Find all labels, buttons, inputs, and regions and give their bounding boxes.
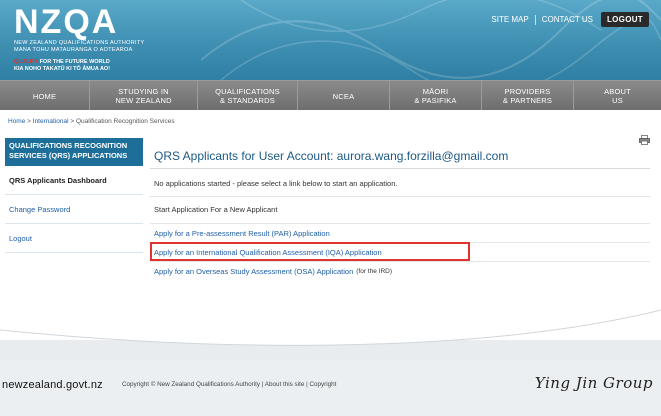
application-links: Apply for a Pre-assessment Result (PAR) … <box>150 223 650 280</box>
logo-tagline: QUALIFY FOR THE FUTURE WORLD <box>14 59 145 66</box>
nav-label: ABOUT US <box>604 87 631 105</box>
logout-button[interactable]: LOGOUT <box>600 12 649 27</box>
tagline-rest: FOR THE FUTURE WORLD <box>38 59 110 65</box>
logo-tagline-maori: KIA NOHO TAKATŪ KI TŌ ĀMUA AO! <box>14 66 111 72</box>
contact-us-link[interactable]: CONTACT US <box>536 15 599 25</box>
logo-subtitle-english: NEW ZEALAND QUALIFICATIONS AUTHORITY <box>14 40 145 46</box>
apply-osa-link[interactable]: Apply for an Overseas Study Assessment (… <box>154 267 353 276</box>
nav-about-us[interactable]: ABOUT US <box>574 81 661 111</box>
divider <box>150 168 650 169</box>
no-applications-message: No applications started - please select … <box>154 179 398 188</box>
sidebar-item-logout[interactable]: Logout <box>5 224 143 253</box>
sidebar-item-label: QRS Applicants Dashboard <box>9 175 107 185</box>
sidebar: QUALIFICATIONS RECOGNITION SERVICES (QRS… <box>5 138 143 253</box>
logo-subtitle-maori: MANA TOHU MATAURANGA O AOTEAROA <box>14 47 133 53</box>
sidebar-item-label: Change Password <box>9 204 71 214</box>
list-item: Apply for a Pre-assessment Result (PAR) … <box>150 223 650 242</box>
breadcrumb-sep: > <box>68 118 76 125</box>
nav-qualifications[interactable]: QUALIFICATIONS & STANDARDS <box>198 81 298 111</box>
sidebar-item-change-password[interactable]: Change Password <box>5 195 143 224</box>
apply-par-link[interactable]: Apply for a Pre-assessment Result (PAR) … <box>154 229 330 238</box>
page-title: QRS Applicants for User Account: aurora.… <box>154 149 509 163</box>
nav-maori-pasifika[interactable]: MĀORI & PASIFIKA <box>390 81 482 111</box>
nav-home-label: HOME <box>32 91 57 101</box>
breadcrumb-current: Qualification Recognition Services <box>75 118 175 125</box>
koru-pattern-icon <box>201 0 661 80</box>
tagline-qualify: QUALIFY <box>14 59 39 65</box>
breadcrumb-home[interactable]: Home <box>8 118 25 125</box>
site-header: NZQA NEW ZEALAND QUALIFICATIONS AUTHORIT… <box>0 0 661 80</box>
nav-providers-partners[interactable]: PROVIDERS & PARTNERS <box>482 81 574 111</box>
nav-studying-in-nz[interactable]: STUDYING IN NEW ZEALAND <box>90 81 198 111</box>
copyright-text: Copyright © New Zealand Qualifications A… <box>122 381 337 388</box>
nav-label: STUDYING IN NEW ZEALAND <box>115 87 172 105</box>
nav-label: QUALIFICATIONS & STANDARDS <box>215 87 280 105</box>
highlight-box <box>150 242 470 261</box>
sidebar-item-label: Logout <box>9 233 32 243</box>
nav-label: MĀORI & PASIFIKA <box>414 87 457 105</box>
newzealand-govt-link[interactable]: newzealand.govt.nz <box>2 379 103 391</box>
osa-note: (for the IRD) <box>356 267 393 275</box>
main-nav: HOME STUDYING IN NEW ZEALAND QUALIFICATIO… <box>0 80 661 111</box>
print-icon[interactable] <box>639 135 650 145</box>
list-item: Apply for an Overseas Study Assessment (… <box>150 261 650 280</box>
section-heading: Start Application For a New Applicant <box>154 205 278 214</box>
breadcrumb-international[interactable]: International <box>33 118 69 125</box>
watermark: Ying Jin Group <box>534 374 653 392</box>
sidebar-heading: QUALIFICATIONS RECOGNITION SERVICES (QRS… <box>5 138 143 166</box>
main-content: QRS Applicants for User Account: aurora.… <box>150 135 650 280</box>
logo-text: NZQA <box>14 3 119 41</box>
nav-home[interactable]: HOME <box>0 81 90 111</box>
sidebar-item-dashboard[interactable]: QRS Applicants Dashboard <box>5 166 143 195</box>
wave-divider <box>0 300 661 346</box>
breadcrumb: Home > International > Qualification Rec… <box>8 118 175 125</box>
nav-label: PROVIDERS & PARTNERS <box>502 87 553 105</box>
nzqa-logo[interactable]: NZQA NEW ZEALAND QUALIFICATIONS AUTHORIT… <box>14 4 145 73</box>
breadcrumb-sep: > <box>25 118 33 125</box>
nav-label: NCEA <box>332 91 355 101</box>
utility-links: SITE MAP CONTACT US <box>485 15 599 25</box>
nav-ncea[interactable]: NCEA <box>298 81 390 111</box>
site-footer: newzealand.govt.nz Copyright © New Zeala… <box>0 360 661 416</box>
site-map-link[interactable]: SITE MAP <box>485 15 534 25</box>
divider <box>150 196 650 197</box>
